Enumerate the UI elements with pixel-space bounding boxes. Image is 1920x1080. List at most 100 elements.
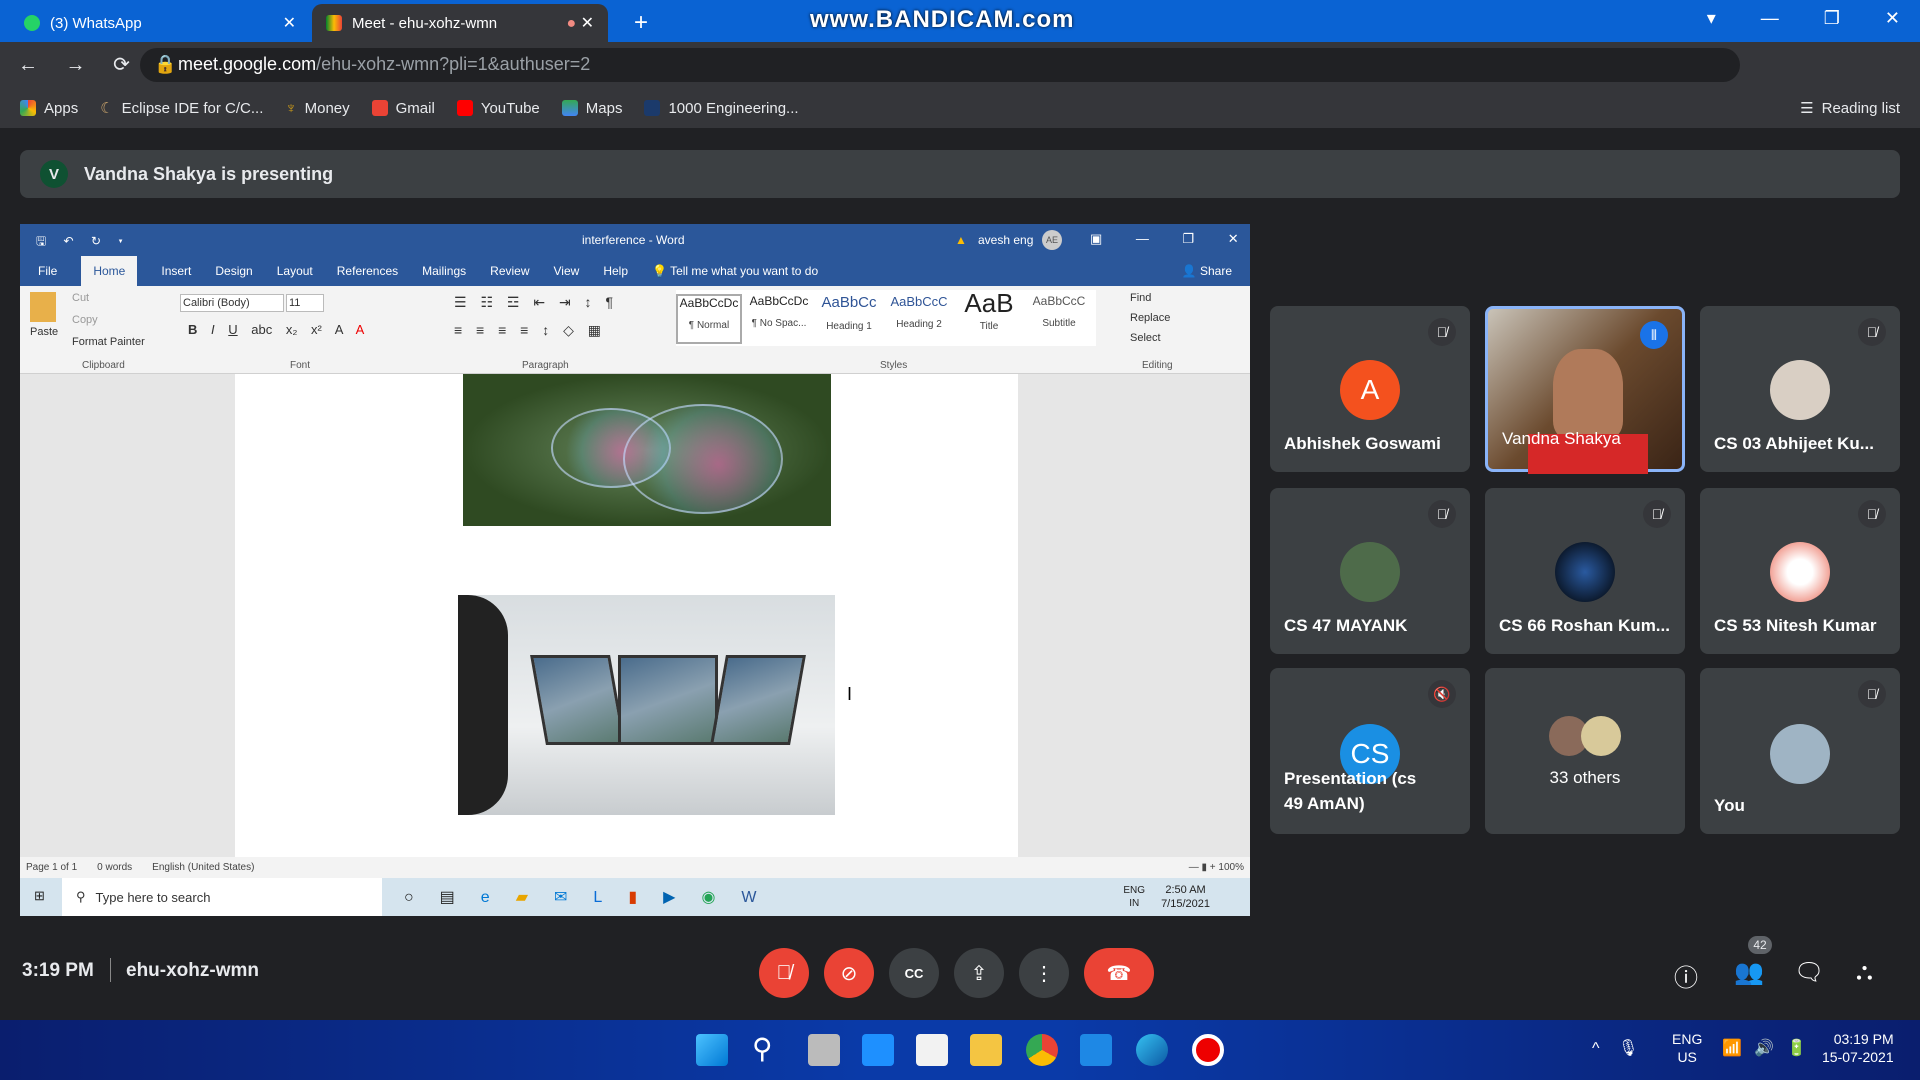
ribbon-tab-design[interactable]: Design bbox=[215, 264, 252, 278]
taskbar-apps[interactable]: ○▤e▰✉L▮▶◉W bbox=[404, 887, 783, 907]
bookmark-gmail[interactable]: Gmail bbox=[371, 100, 435, 117]
reading-list[interactable]: ☰ Reading list bbox=[1800, 99, 1920, 118]
ribbon-tab-view[interactable]: View bbox=[554, 264, 580, 278]
search-icon[interactable]: ⚲ bbox=[752, 1032, 773, 1065]
mic-off-icon: 🎙̸ bbox=[1643, 500, 1671, 528]
close-tab-icon[interactable]: ✕ bbox=[283, 13, 296, 33]
widgets-icon[interactable] bbox=[862, 1034, 894, 1066]
style-heading-1[interactable]: AaBbCc Heading 1 bbox=[816, 294, 882, 344]
word-window-controls[interactable]: ▣ — ❐ ✕ bbox=[1090, 231, 1239, 247]
bookmark-eclipse[interactable]: ☾ Eclipse IDE for C/C... bbox=[100, 99, 263, 118]
paragraph-buttons[interactable]: ☰ ☷ ☲ ⇤ ⇥ ↕ ¶ bbox=[454, 294, 613, 311]
bookmark-youtube[interactable]: YouTube bbox=[456, 100, 540, 117]
zoom-level[interactable]: — ▮ + 100% bbox=[1189, 862, 1250, 873]
participant-tile[interactable]: 🎙̸ A Abhishek Goswami bbox=[1270, 306, 1470, 472]
bookmark-money[interactable]: ♆ Money bbox=[285, 100, 349, 117]
eclipse-icon: ☾ bbox=[100, 100, 114, 117]
chrome-icon[interactable] bbox=[1026, 1034, 1058, 1066]
tray-language[interactable]: ENG IN bbox=[1123, 884, 1151, 910]
camera-toggle-button[interactable]: ⊘ bbox=[824, 948, 874, 998]
others-tile[interactable]: 33 others bbox=[1485, 668, 1685, 834]
document-page[interactable]: I bbox=[235, 374, 1018, 857]
cut-button[interactable]: Cut bbox=[72, 292, 89, 304]
style-no-spacing[interactable]: AaBbCcDc ¶ No Spac... bbox=[746, 294, 812, 344]
participant-name: CS 47 MAYANK bbox=[1284, 616, 1408, 635]
tray-status-icons[interactable]: 📶 🔊 🔋 bbox=[1722, 1038, 1807, 1058]
align-buttons[interactable]: ≡ ≡ ≡ ≡ ↕ ◇ ▦ bbox=[454, 322, 601, 339]
tab-whatsapp[interactable]: (3) WhatsApp ✕ bbox=[10, 4, 310, 42]
windows-start-icon[interactable]: ⊞ bbox=[34, 888, 45, 904]
bookmark-engineering[interactable]: 1000 Engineering... bbox=[644, 100, 799, 117]
new-tab-button[interactable]: + bbox=[620, 4, 662, 42]
tray-clock[interactable]: 03:19 PM 15-07-2021 bbox=[1822, 1030, 1894, 1066]
file-explorer-icon[interactable] bbox=[970, 1034, 1002, 1066]
info-icon[interactable]: ⓘ bbox=[1674, 958, 1698, 993]
start-icon[interactable] bbox=[696, 1034, 728, 1066]
tray-clock[interactable]: 2:50 AM 7/15/2021 bbox=[1151, 883, 1250, 911]
font-name-select[interactable]: Calibri (Body) bbox=[180, 294, 284, 312]
captions-button[interactable]: CC bbox=[889, 948, 939, 998]
style-normal[interactable]: AaBbCcDc ¶ Normal bbox=[676, 294, 742, 344]
ribbon-tab-file[interactable]: File bbox=[38, 264, 57, 278]
format-painter-button[interactable]: Format Painter bbox=[72, 336, 145, 348]
bookmark-apps[interactable]: Apps bbox=[20, 100, 78, 117]
mail-icon[interactable] bbox=[1080, 1034, 1112, 1066]
tell-me-search[interactable]: 💡 Tell me what you want to do bbox=[652, 264, 818, 278]
activities-icon[interactable]: ⛬ bbox=[1856, 958, 1873, 986]
participant-tile[interactable]: 🎙̸ CS 47 MAYANK bbox=[1270, 488, 1470, 654]
chat-icon[interactable]: 🗨 bbox=[1794, 958, 1824, 987]
close-tab-icon[interactable]: ● ✕ bbox=[566, 13, 594, 33]
bandicam-record-icon[interactable] bbox=[1192, 1034, 1224, 1066]
ribbon-tab-review[interactable]: Review bbox=[490, 264, 529, 278]
tray-icons[interactable]: ^ 🎙 bbox=[1592, 1038, 1638, 1058]
ribbon-tab-references[interactable]: References bbox=[337, 264, 398, 278]
taskbar-search[interactable]: ⚲ Type here to search bbox=[62, 878, 382, 916]
language[interactable]: English (United States) bbox=[152, 862, 254, 873]
share-button[interactable]: 👤 Share bbox=[1182, 264, 1250, 278]
style-subtitle[interactable]: AaBbCcC Subtitle bbox=[1026, 294, 1092, 344]
ribbon-tab-home[interactable]: Home bbox=[81, 255, 138, 286]
copy-button[interactable]: Copy bbox=[72, 314, 98, 326]
avatar: V bbox=[40, 160, 68, 188]
end-call-button[interactable]: ☎ bbox=[1084, 948, 1154, 998]
ribbon-tab-help[interactable]: Help bbox=[603, 264, 628, 278]
participant-tile[interactable]: 🔇 CS Presentation (cs 49 AmAN) bbox=[1270, 668, 1470, 834]
gmail-icon bbox=[371, 100, 388, 116]
url-input[interactable]: 🔒 meet.google.com/ehu-xohz-wmn?pli=1&auth… bbox=[140, 48, 1740, 82]
paste-button[interactable]: Paste bbox=[30, 326, 58, 338]
bookmark-maps[interactable]: Maps bbox=[561, 100, 622, 117]
store-icon[interactable] bbox=[916, 1034, 948, 1066]
lang: ENG bbox=[1672, 1031, 1703, 1047]
url-path: /ehu-xohz-wmn?pli=1&authuser=2 bbox=[316, 54, 591, 74]
window-controls[interactable]: ▾ — ❐ ✕ bbox=[1707, 8, 1900, 29]
ribbon-tab-insert[interactable]: Insert bbox=[161, 264, 191, 278]
find-button[interactable]: Find bbox=[1130, 292, 1151, 304]
replace-button[interactable]: Replace bbox=[1130, 312, 1170, 324]
select-button[interactable]: Select bbox=[1130, 332, 1161, 344]
font-format-buttons[interactable]: B I U abc x₂ x² A A bbox=[188, 322, 364, 337]
nav-buttons[interactable]: ← → ⟳ bbox=[18, 52, 130, 77]
participant-tile-self[interactable]: 🎙̸ You bbox=[1700, 668, 1900, 834]
task-view-icon[interactable] bbox=[808, 1034, 840, 1066]
bookmark-label: Money bbox=[304, 99, 350, 117]
style-title[interactable]: AaB Title bbox=[956, 288, 1022, 338]
ribbon-tab-mailings[interactable]: Mailings bbox=[422, 264, 466, 278]
ribbon-tab-layout[interactable]: Layout bbox=[277, 264, 313, 278]
participant-tile[interactable]: 🎙̸ CS 66 Roshan Kum... bbox=[1485, 488, 1685, 654]
mic-toggle-button[interactable]: 🎙̸ bbox=[759, 948, 809, 998]
style-heading-2[interactable]: AaBbCcC Heading 2 bbox=[886, 294, 952, 344]
meeting-time: 3:19 PM bbox=[22, 960, 94, 981]
word-count: 0 words bbox=[97, 862, 133, 873]
participant-tile[interactable]: 🎙̸ CS 03 Abhijeet Ku... bbox=[1700, 306, 1900, 472]
tab-meet[interactable]: Meet - ehu-xohz-wmn ● ✕ bbox=[312, 4, 608, 42]
edge-icon[interactable] bbox=[1136, 1034, 1168, 1066]
font-size-select[interactable]: 11 bbox=[286, 294, 324, 312]
participant-tile[interactable]: 🎙̸ CS 53 Nitesh Kumar bbox=[1700, 488, 1900, 654]
more-options-button[interactable]: ⋮ bbox=[1019, 948, 1069, 998]
tray-language[interactable]: ENG US bbox=[1672, 1030, 1702, 1066]
participant-tile-speaking[interactable]: ⦀ Vandna Shakya bbox=[1485, 306, 1685, 474]
youtube-icon bbox=[456, 100, 473, 116]
avatar: A bbox=[1340, 360, 1400, 420]
present-button[interactable]: ⇪ bbox=[954, 948, 1004, 998]
people-icon[interactable]: 👥 bbox=[1734, 958, 1764, 987]
